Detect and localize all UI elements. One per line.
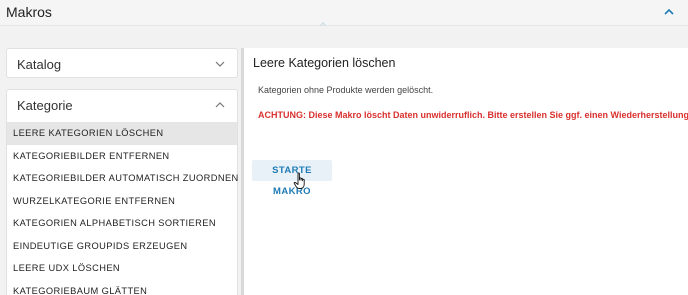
section-label: Katalog: [17, 57, 62, 72]
macro-item-kategorien-sortieren[interactable]: KATEGORIEN ALPHABETISCH SORTIEREN: [7, 212, 237, 235]
macro-detail-panel: Leere Kategorien löschen Kategorien ohne…: [244, 48, 688, 295]
macro-list: LEERE KATEGORIEN LÖSCHEN KATEGORIEBILDER…: [7, 122, 238, 295]
macro-sidebar: Katalog Kategorie LEERE KATEGORIEN LÖSCH…: [6, 48, 238, 295]
start-macro-button[interactable]: STARTE MAKRO: [252, 160, 332, 197]
section-katalog[interactable]: Katalog: [6, 48, 238, 78]
page-title: Makros: [6, 4, 52, 20]
section-header-kategorie[interactable]: Kategorie: [7, 90, 237, 122]
macro-item-leere-udx-loeschen[interactable]: LEERE UDX LÖSCHEN: [7, 257, 237, 280]
chevron-up-icon: [215, 102, 225, 108]
macro-item-kategoriebilder-entfernen[interactable]: KATEGORIEBILDER ENTFERNEN: [7, 145, 237, 168]
macro-description: Kategorien ohne Produkte werden gelöscht…: [258, 85, 434, 95]
macro-item-leere-kategorien-loeschen[interactable]: LEERE KATEGORIEN LÖSCHEN: [7, 122, 237, 145]
section-kategorie: Kategorie LEERE KATEGORIEN LÖSCHEN KATEG…: [6, 89, 238, 295]
hand-pointer-icon: [293, 172, 305, 189]
macro-item-kategoriebaum-glaetten[interactable]: KATEGORIEBAUM GLÄTTEN: [7, 280, 237, 295]
macro-item-wurzelkategorie-entfernen[interactable]: WURZELKATEGORIE ENTFERNEN: [7, 190, 237, 213]
section-header-katalog[interactable]: Katalog: [7, 49, 237, 81]
chevron-up-icon[interactable]: [318, 20, 328, 28]
macro-item-kategoriebilder-zuordnen[interactable]: KATEGORIEBILDER AUTOMATISCH ZUORDNEN: [7, 167, 238, 190]
chevron-down-icon: [215, 61, 225, 67]
section-label: Kategorie: [17, 98, 73, 113]
macro-item-groupids-erzeugen[interactable]: EINDEUTIGE GROUPIDS ERZEUGEN: [7, 235, 237, 258]
macro-heading: Leere Kategorien löschen: [253, 56, 396, 70]
page-header: Makros: [0, 0, 688, 28]
collapse-chevron-icon[interactable]: [662, 5, 676, 19]
macro-warning: ACHTUNG: Diese Makro löscht Daten unwide…: [258, 110, 688, 120]
